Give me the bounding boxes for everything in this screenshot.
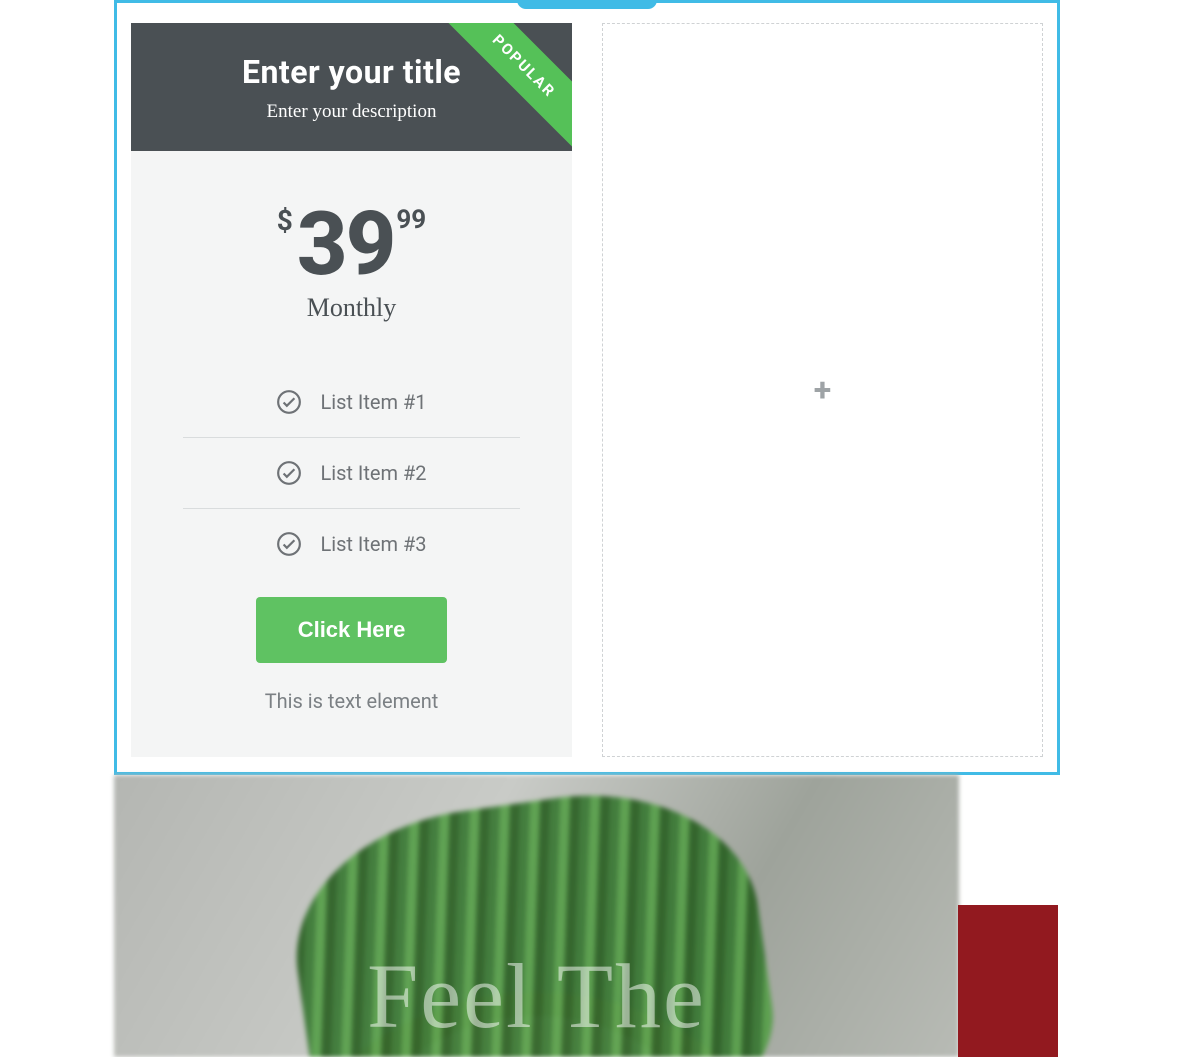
feature-label: List Item #2 [320,461,426,485]
cta-wrap: Click Here [131,597,572,663]
pricing-header: POPULAR Enter your title Enter your desc… [131,23,572,151]
pricing-footer-text[interactable]: This is text element [131,689,572,713]
page-root: POPULAR Enter your title Enter your desc… [0,0,1198,1057]
hero-accent-block [958,905,1058,1057]
list-item: List Item #2 [183,438,520,509]
plus-icon: + [814,374,831,406]
price-decimals: 99 [396,207,426,233]
feature-list: List Item #1 List Item #2 [131,359,572,579]
add-section-handle[interactable] [517,0,657,9]
hero-greens-graphic [279,775,786,1057]
cta-button[interactable]: Click Here [256,597,448,663]
pricing-description[interactable]: Enter your description [141,101,562,123]
list-item: List Item #3 [183,509,520,579]
pricing-card[interactable]: POPULAR Enter your title Enter your desc… [131,23,572,757]
column-right[interactable]: + [602,23,1043,758]
price-block: $ 39 99 Monthly [131,151,572,359]
columns-row: POPULAR Enter your title Enter your desc… [117,3,1057,772]
editor-section[interactable]: POPULAR Enter your title Enter your desc… [114,0,1060,775]
price-period: Monthly [131,293,572,323]
price-line: $ 39 99 [277,201,426,289]
feature-label: List Item #1 [320,390,426,414]
check-circle-icon [276,389,302,415]
empty-column-placeholder[interactable]: + [602,23,1043,757]
price-currency: $ [277,207,293,235]
check-circle-icon [276,531,302,557]
hero-background-image [114,775,959,1057]
check-circle-icon [276,460,302,486]
list-item: List Item #1 [183,367,520,438]
feature-label: List Item #3 [320,532,426,556]
column-left[interactable]: POPULAR Enter your title Enter your desc… [131,23,572,758]
price-amount: 39 [297,201,395,289]
